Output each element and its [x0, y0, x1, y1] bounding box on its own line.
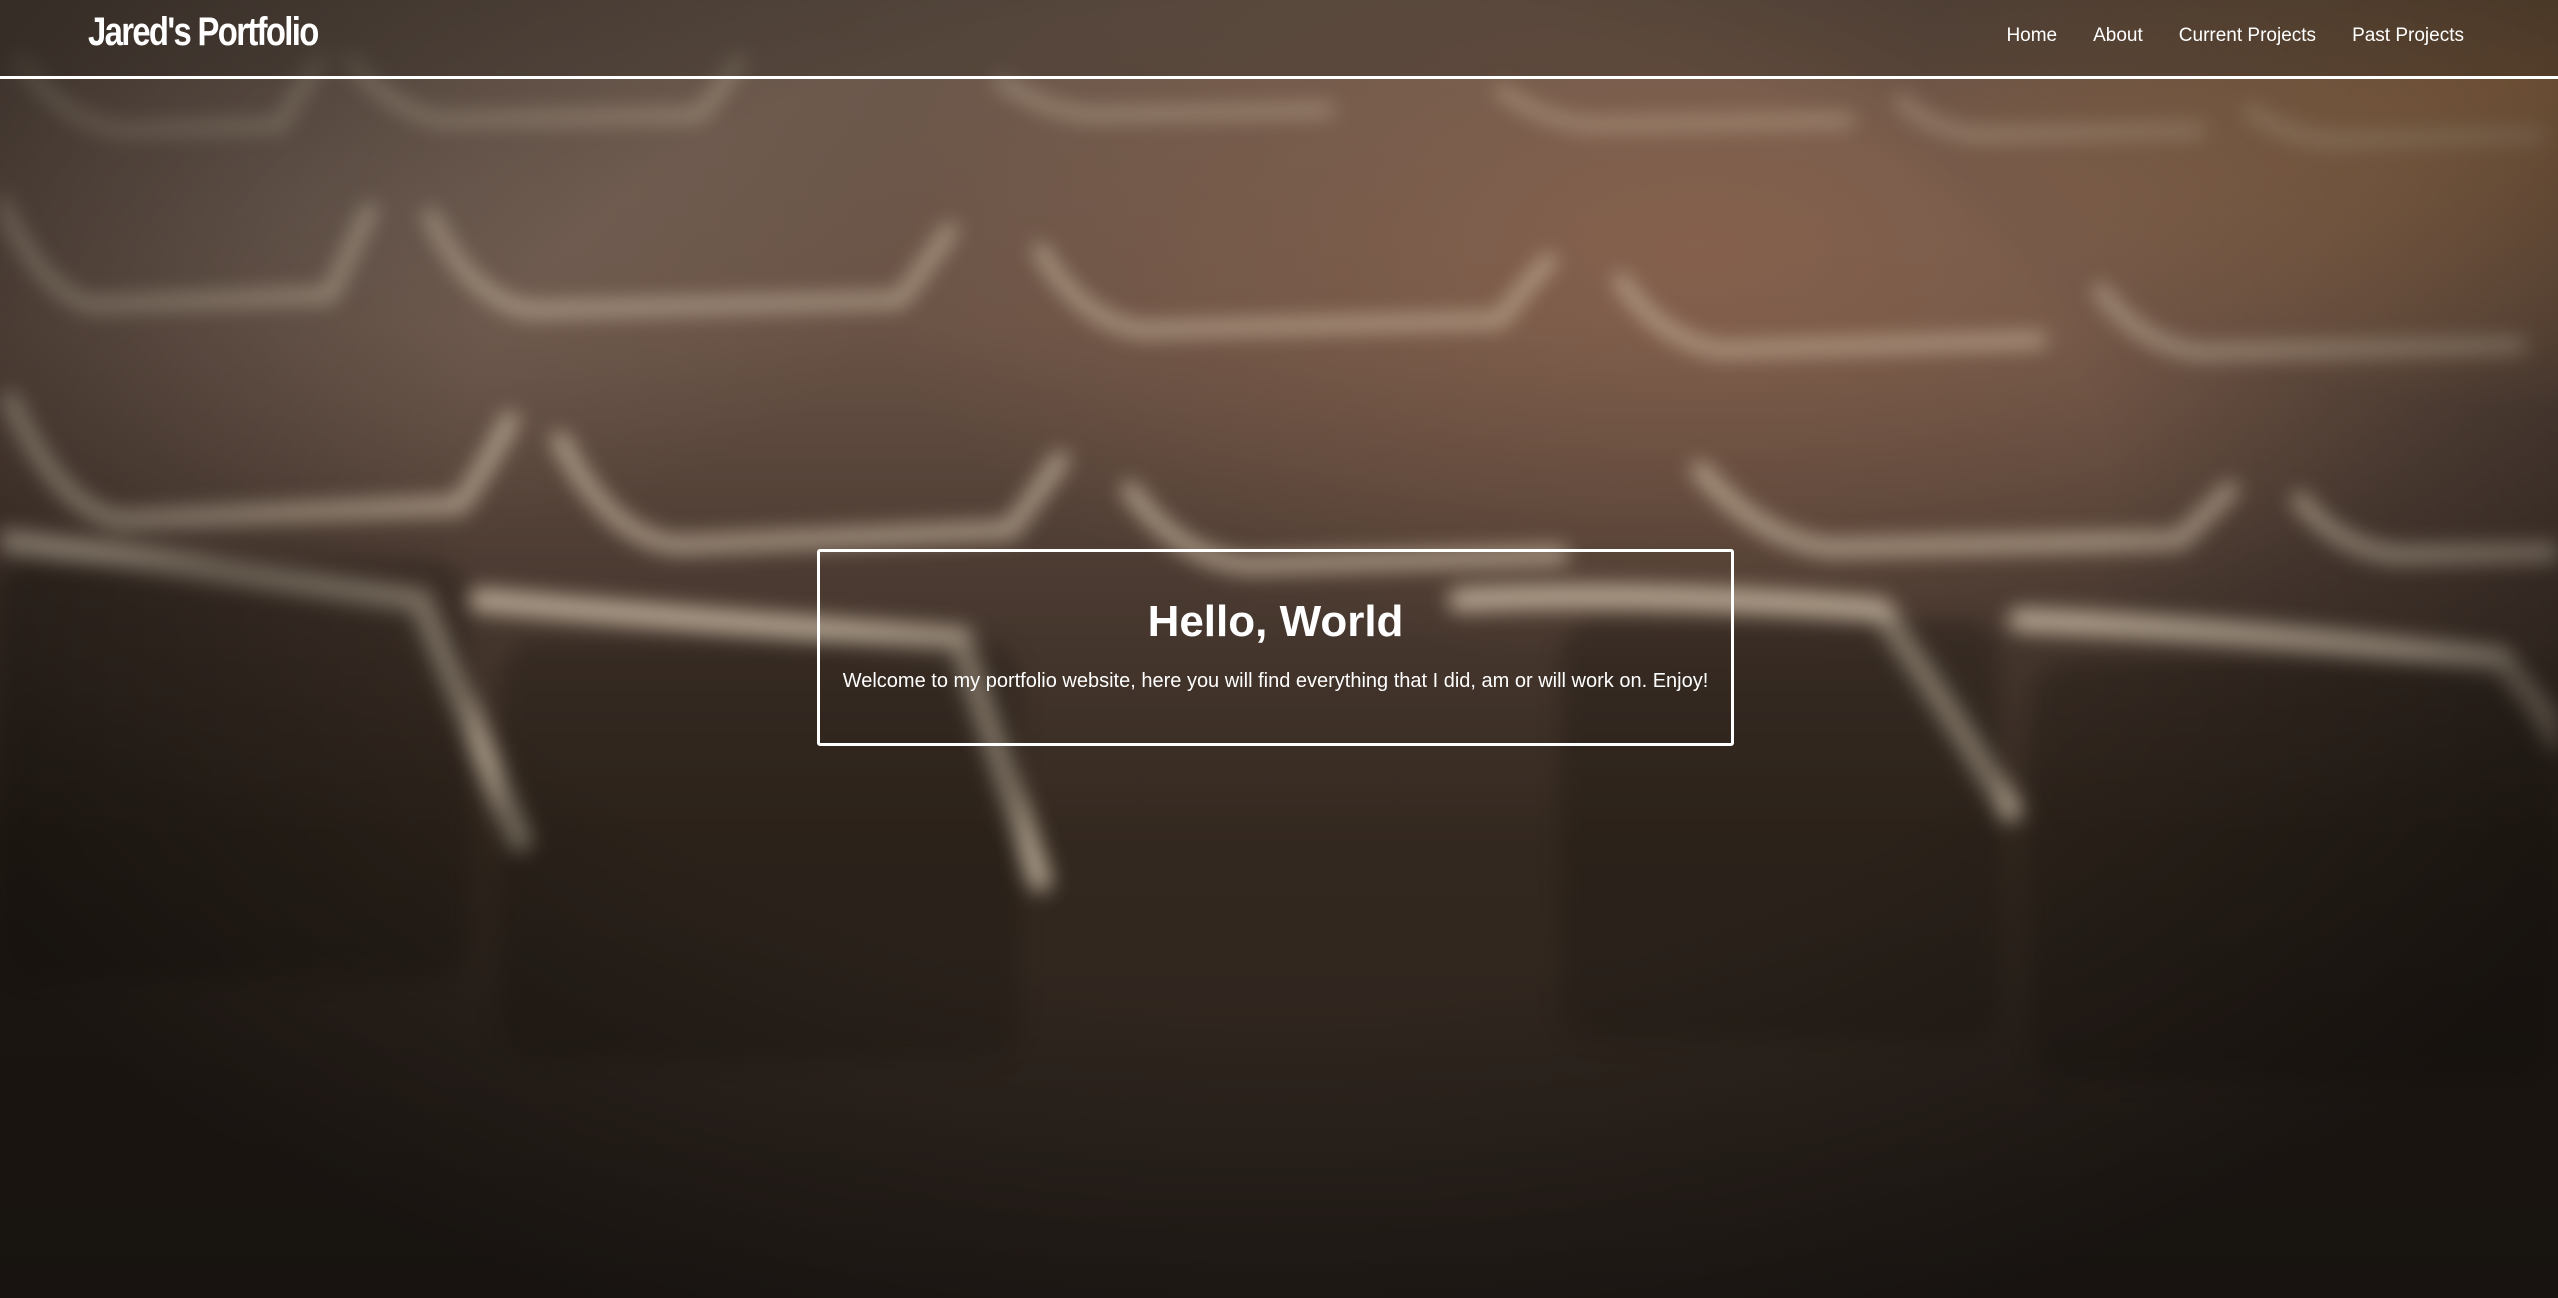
nav-link-home[interactable]: Home — [2006, 25, 2057, 47]
nav-links: Home About Current Projects Past Project… — [2006, 25, 2464, 47]
top-navbar: Jared's Portfolio Home About Current Pro… — [0, 0, 2558, 79]
hero-box: Hello, World Welcome to my portfolio web… — [817, 549, 1734, 746]
nav-link-current-projects[interactable]: Current Projects — [2179, 25, 2316, 47]
nav-link-past-projects[interactable]: Past Projects — [2352, 25, 2464, 47]
brand-logo-link[interactable]: Jared's Portfolio — [88, 10, 319, 55]
nav-link-about[interactable]: About — [2093, 25, 2143, 47]
hero-title: Hello, World — [1147, 597, 1404, 646]
hero-subtitle: Welcome to my portfolio website, here yo… — [842, 670, 1709, 692]
